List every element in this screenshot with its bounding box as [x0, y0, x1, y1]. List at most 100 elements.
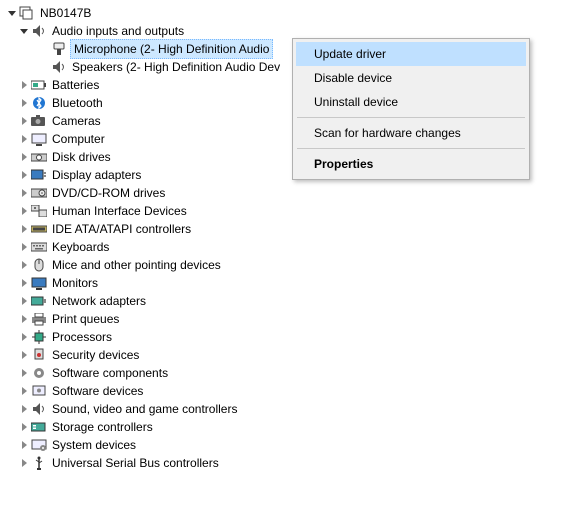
device-label: Microphone (2- High Definition Audio	[70, 39, 273, 59]
menu-disable-device[interactable]: Disable device	[296, 66, 526, 90]
tree-root[interactable]: NB0147B	[6, 4, 562, 22]
chevron-right-icon[interactable]	[18, 261, 30, 269]
usb-icon	[30, 455, 48, 471]
menu-properties[interactable]: Properties	[296, 152, 526, 176]
category-label: Computer	[50, 130, 109, 148]
disk-icon	[30, 149, 48, 165]
ide-icon	[30, 221, 48, 237]
system-icon	[30, 437, 48, 453]
chevron-right-icon[interactable]	[18, 153, 30, 161]
chevron-right-icon[interactable]	[18, 441, 30, 449]
chevron-right-icon[interactable]	[18, 333, 30, 341]
cpu-icon	[30, 329, 48, 345]
category-label: DVD/CD-ROM drives	[50, 184, 169, 202]
chevron-right-icon[interactable]	[18, 189, 30, 197]
category-network[interactable]: Network adapters	[6, 292, 562, 310]
chevron-down-icon[interactable]	[18, 27, 30, 35]
category-label: Keyboards	[50, 238, 113, 256]
chevron-right-icon[interactable]	[18, 225, 30, 233]
category-label: Audio inputs and outputs	[50, 22, 188, 40]
category-label: System devices	[50, 436, 140, 454]
chevron-down-icon[interactable]	[6, 9, 18, 17]
chevron-right-icon[interactable]	[18, 369, 30, 377]
keyboard-icon	[30, 239, 48, 255]
category-monitors[interactable]: Monitors	[6, 274, 562, 292]
storage-icon	[30, 419, 48, 435]
mouse-icon	[30, 257, 48, 273]
chevron-right-icon[interactable]	[18, 117, 30, 125]
category-storage[interactable]: Storage controllers	[6, 418, 562, 436]
chevron-right-icon[interactable]	[18, 207, 30, 215]
category-label: Display adapters	[50, 166, 145, 184]
category-label: Sound, video and game controllers	[50, 400, 241, 418]
category-label: Network adapters	[50, 292, 150, 310]
chevron-right-icon[interactable]	[18, 297, 30, 305]
bluetooth-icon	[30, 95, 48, 111]
category-label: Software devices	[50, 382, 147, 400]
menu-separator	[297, 148, 525, 149]
context-menu: Update driver Disable device Uninstall d…	[292, 38, 530, 180]
chevron-right-icon[interactable]	[18, 459, 30, 467]
category-label: Batteries	[50, 76, 103, 94]
category-label: Cameras	[50, 112, 105, 130]
category-label: Processors	[50, 328, 116, 346]
category-security[interactable]: Security devices	[6, 346, 562, 364]
chevron-right-icon[interactable]	[18, 423, 30, 431]
category-swdev[interactable]: Software devices	[6, 382, 562, 400]
audio-icon	[30, 23, 48, 39]
microphone-icon	[50, 41, 68, 57]
category-print[interactable]: Print queues	[6, 310, 562, 328]
category-hid[interactable]: Human Interface Devices	[6, 202, 562, 220]
category-system[interactable]: System devices	[6, 436, 562, 454]
monitor-icon	[30, 275, 48, 291]
pc-icon	[30, 131, 48, 147]
chevron-right-icon[interactable]	[18, 99, 30, 107]
software-icon	[30, 383, 48, 399]
chevron-right-icon[interactable]	[18, 351, 30, 359]
menu-update-driver[interactable]: Update driver	[296, 42, 526, 66]
chevron-right-icon[interactable]	[18, 315, 30, 323]
menu-uninstall-device[interactable]: Uninstall device	[296, 90, 526, 114]
category-label: Bluetooth	[50, 94, 107, 112]
printer-icon	[30, 311, 48, 327]
chevron-right-icon[interactable]	[18, 81, 30, 89]
category-ide[interactable]: IDE ATA/ATAPI controllers	[6, 220, 562, 238]
category-label: Software components	[50, 364, 172, 382]
hid-icon	[30, 203, 48, 219]
device-label: Speakers (2- High Definition Audio Dev	[70, 58, 284, 76]
chevron-right-icon[interactable]	[18, 387, 30, 395]
category-usb[interactable]: Universal Serial Bus controllers	[6, 454, 562, 472]
root-label: NB0147B	[38, 4, 95, 22]
speaker-icon	[50, 59, 68, 75]
category-label: Human Interface Devices	[50, 202, 191, 220]
menu-scan-hardware[interactable]: Scan for hardware changes	[296, 121, 526, 145]
chevron-right-icon[interactable]	[18, 405, 30, 413]
category-sound[interactable]: Sound, video and game controllers	[6, 400, 562, 418]
category-label: Monitors	[50, 274, 102, 292]
category-label: Universal Serial Bus controllers	[50, 454, 223, 472]
dvd-icon	[30, 185, 48, 201]
category-mice[interactable]: Mice and other pointing devices	[6, 256, 562, 274]
gear-icon	[30, 365, 48, 381]
category-swcomp[interactable]: Software components	[6, 364, 562, 382]
chevron-right-icon[interactable]	[18, 279, 30, 287]
category-processors[interactable]: Processors	[6, 328, 562, 346]
category-label: Storage controllers	[50, 418, 157, 436]
category-label: Security devices	[50, 346, 143, 364]
battery-icon	[30, 77, 48, 93]
category-dvd[interactable]: DVD/CD-ROM drives	[6, 184, 562, 202]
category-label: Mice and other pointing devices	[50, 256, 225, 274]
category-label: Disk drives	[50, 148, 115, 166]
camera-icon	[30, 113, 48, 129]
chevron-right-icon[interactable]	[18, 171, 30, 179]
chevron-right-icon[interactable]	[18, 135, 30, 143]
computer-icon	[18, 5, 36, 21]
network-icon	[30, 293, 48, 309]
category-label: Print queues	[50, 310, 123, 328]
category-label: IDE ATA/ATAPI controllers	[50, 220, 195, 238]
category-keyboards[interactable]: Keyboards	[6, 238, 562, 256]
chevron-right-icon[interactable]	[18, 243, 30, 251]
display-adapter-icon	[30, 167, 48, 183]
shield-icon	[30, 347, 48, 363]
menu-separator	[297, 117, 525, 118]
